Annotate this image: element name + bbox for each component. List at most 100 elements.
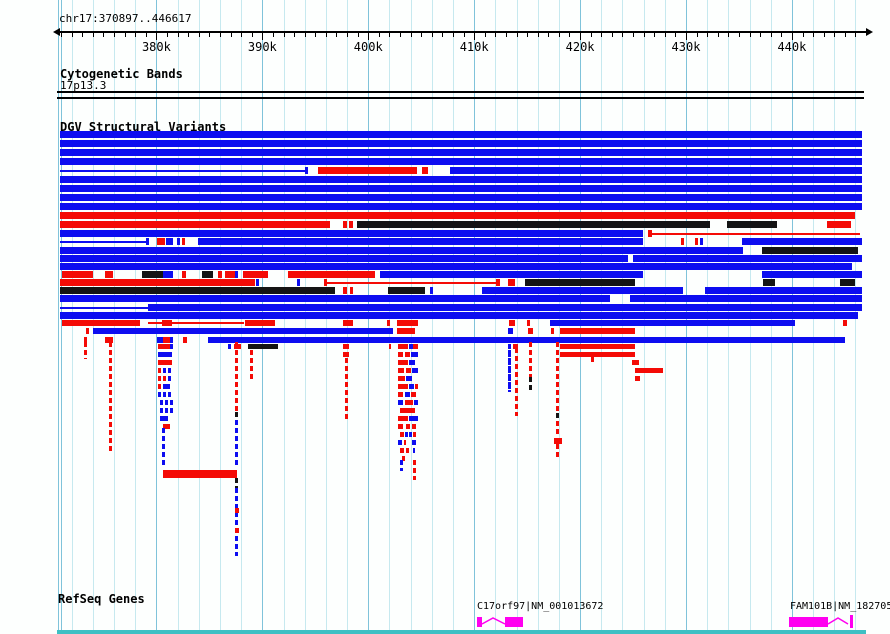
variant-bar[interactable] — [177, 238, 180, 245]
variant-bar[interactable] — [405, 400, 413, 405]
variant-bar[interactable] — [681, 238, 684, 245]
variant-bar[interactable] — [170, 408, 173, 413]
variant-bar[interactable] — [158, 360, 172, 365]
variant-bar[interactable] — [243, 271, 268, 278]
variant-bar[interactable] — [635, 376, 640, 381]
variant-bar[interactable] — [165, 408, 168, 413]
variant-bar[interactable] — [742, 238, 862, 245]
variant-bar[interactable] — [412, 440, 416, 445]
variant-bar[interactable] — [170, 337, 173, 343]
variant-bar[interactable] — [422, 167, 428, 174]
variant-bar[interactable] — [183, 337, 187, 343]
variant-bar[interactable] — [560, 328, 635, 334]
variant-bar[interactable] — [482, 287, 683, 294]
variant-dash-column[interactable] — [555, 421, 559, 436]
variant-bar[interactable] — [413, 344, 418, 349]
variant-bar[interactable] — [160, 416, 168, 421]
variant-bar[interactable] — [409, 416, 418, 421]
variant-bar[interactable] — [148, 304, 862, 311]
variant-bar[interactable] — [158, 352, 172, 357]
variant-bar[interactable] — [62, 271, 93, 278]
variant-bar[interactable] — [182, 238, 185, 245]
variant-bar[interactable] — [508, 279, 515, 286]
variant-bar[interactable] — [146, 238, 149, 245]
variant-bar[interactable] — [508, 344, 511, 349]
variant-bar[interactable] — [496, 279, 500, 286]
variant-bar[interactable] — [635, 368, 663, 373]
variant-bar[interactable] — [400, 432, 404, 437]
variant-bar[interactable] — [60, 131, 862, 138]
variant-bar[interactable] — [182, 271, 186, 278]
gene-exon-box[interactable] — [789, 617, 828, 627]
variant-bar[interactable] — [560, 344, 635, 349]
variant-bar[interactable] — [400, 408, 415, 413]
variant-bar[interactable] — [762, 247, 858, 254]
variant-bar[interactable] — [525, 279, 635, 286]
variant-bar[interactable] — [60, 158, 862, 165]
variant-bar[interactable] — [632, 360, 639, 365]
variant-bar[interactable] — [727, 221, 777, 228]
variant-dash-column[interactable] — [249, 350, 253, 381]
variant-bar[interactable] — [170, 400, 173, 405]
variant-bar[interactable] — [406, 368, 411, 373]
variant-bar[interactable] — [60, 185, 862, 192]
variant-bar[interactable] — [633, 255, 862, 262]
variant-bar[interactable] — [388, 287, 425, 294]
variant-bar[interactable] — [305, 167, 308, 174]
variant-dash-column[interactable] — [590, 357, 594, 364]
variant-bar[interactable] — [405, 392, 410, 397]
variant-bar[interactable] — [411, 392, 416, 397]
variant-bar[interactable] — [398, 440, 402, 445]
variant-bar[interactable] — [415, 384, 418, 389]
variant-dash-column[interactable] — [507, 350, 511, 392]
variant-bar[interactable] — [398, 392, 403, 397]
variant-bar[interactable] — [528, 328, 533, 334]
variant-dash-column[interactable] — [234, 478, 238, 488]
variant-bar[interactable] — [163, 337, 170, 343]
variant-bar[interactable] — [398, 352, 403, 357]
variant-bar[interactable] — [389, 344, 391, 349]
variant-bar[interactable] — [398, 376, 405, 381]
variant-bar[interactable] — [288, 271, 375, 278]
variant-bar[interactable] — [163, 470, 237, 478]
variant-bar[interactable] — [450, 167, 862, 174]
variant-bar[interactable] — [357, 221, 710, 228]
variant-dash-column[interactable] — [108, 342, 112, 452]
variant-bar[interactable] — [158, 392, 161, 397]
variant-bar[interactable] — [163, 376, 166, 381]
variant-bar[interactable] — [527, 320, 530, 326]
variant-dash-column[interactable] — [234, 412, 238, 420]
variant-bar[interactable] — [509, 320, 515, 326]
variant-bar[interactable] — [60, 221, 330, 228]
variant-bar[interactable] — [398, 360, 408, 365]
variant-bar[interactable] — [409, 432, 412, 437]
variant-bar[interactable] — [630, 295, 862, 302]
variant-dash-column[interactable] — [412, 460, 416, 480]
variant-bar[interactable] — [412, 368, 418, 373]
variant-bar[interactable] — [318, 167, 417, 174]
variant-bar[interactable] — [235, 271, 238, 278]
variant-bar[interactable] — [60, 140, 862, 147]
variant-bar[interactable] — [142, 271, 163, 278]
variant-bar[interactable] — [409, 384, 414, 389]
variant-bar[interactable] — [398, 400, 403, 405]
variant-bar[interactable] — [430, 287, 433, 294]
variant-bar[interactable] — [412, 424, 416, 429]
variant-bar[interactable] — [406, 424, 410, 429]
variant-bar[interactable] — [60, 194, 862, 201]
variant-bar[interactable] — [397, 328, 415, 334]
variant-dash-column[interactable] — [555, 342, 559, 413]
variant-bar[interactable] — [414, 400, 418, 405]
variant-dash-column[interactable] — [555, 444, 559, 459]
variant-bar[interactable] — [349, 221, 353, 228]
variant-bar[interactable] — [343, 320, 353, 326]
variant-bar[interactable] — [158, 368, 161, 373]
variant-bar[interactable] — [168, 392, 171, 397]
variant-bar[interactable] — [398, 368, 404, 373]
variant-bar[interactable] — [218, 271, 222, 278]
variant-bar[interactable] — [763, 279, 775, 286]
variant-bar[interactable] — [695, 238, 698, 245]
variant-bar[interactable] — [60, 295, 610, 302]
variant-dash-column[interactable] — [161, 428, 165, 468]
variant-bar[interactable] — [248, 344, 278, 349]
